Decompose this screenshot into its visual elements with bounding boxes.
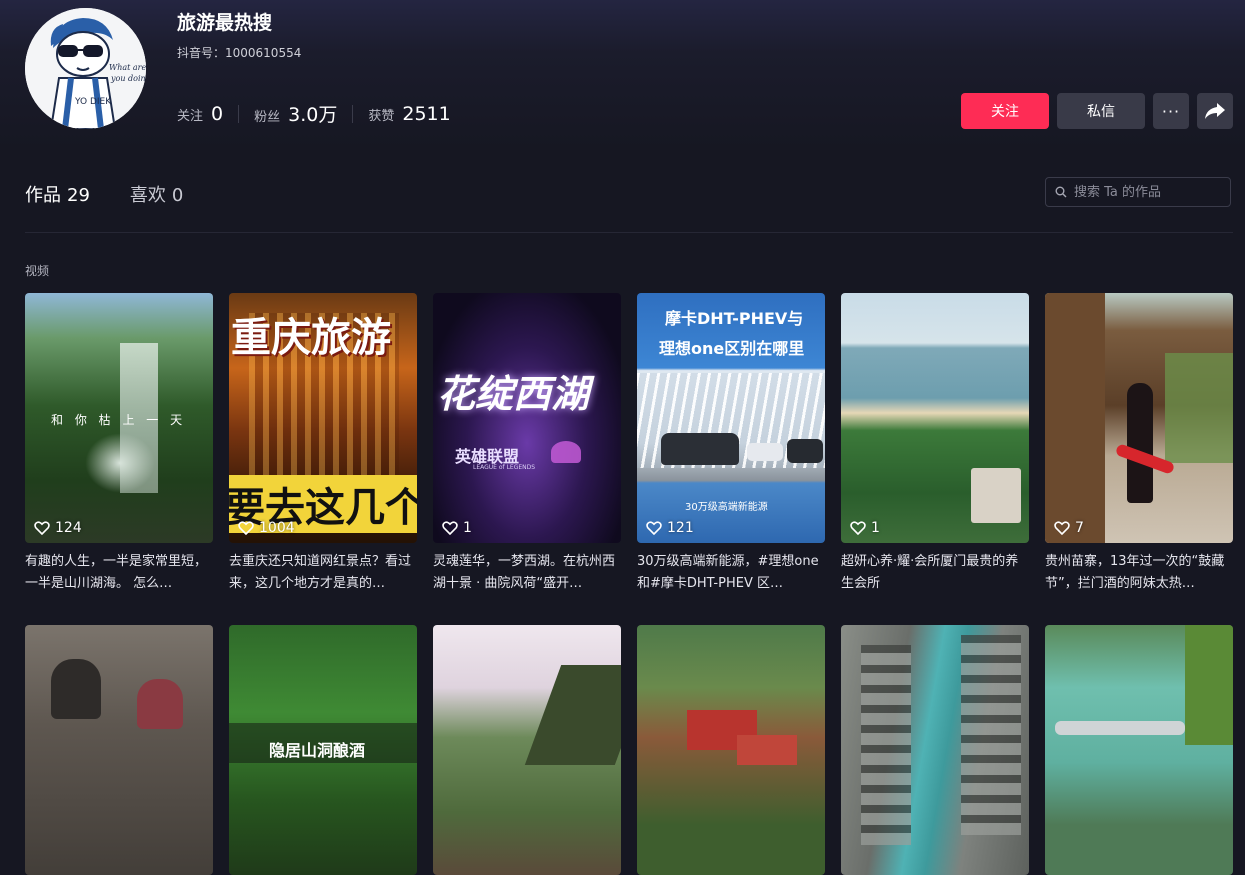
heart-icon [34,521,50,535]
svg-text:What are: What are [109,63,146,72]
video-thumbnail[interactable] [637,625,825,875]
video-title[interactable]: 有趣的人生，一半是家常里短，一半是山川湖海。 怎么… [25,551,213,595]
stat-value: 0 [211,102,224,125]
like-count-value: 1 [463,520,472,536]
video-thumbnail[interactable]: 重庆旅游 要去这几个 1004 [229,293,417,543]
profile-name: 旅游最热搜 [177,12,273,34]
video-thumbnail[interactable] [841,625,1029,875]
stat-value: 2511 [402,102,451,125]
search-input[interactable] [1072,183,1226,201]
tab-count: 0 [171,185,184,206]
profile-stats: 关注 0 粉丝 3.0万 获赞 2511 [177,100,451,127]
like-count: 121 [646,520,694,536]
tab-label: 作品 [25,185,61,206]
stat-divider [352,104,354,123]
tab-label: 喜欢 [129,185,166,206]
video-card[interactable]: 1 超妍心养·耀·会所厦门最贵的养生会所 [841,293,1029,595]
stat-label: 粉丝 [254,110,281,125]
heart-icon [646,521,662,535]
video-overlay-text: 重庆旅游 [231,315,391,361]
stat-likes: 获赞 2511 [368,103,450,125]
like-count: 1 [442,520,472,536]
tab-count: 29 [67,185,90,206]
video-card[interactable]: 和 你 枯 上 一 天 124 有趣的人生，一半是家常里短，一半是山川湖海。 怎… [25,293,213,595]
tab-likes[interactable]: 喜欢 0 [130,181,183,207]
like-count-value: 1004 [259,520,295,536]
video-title[interactable]: 贵州苗寨，13年过一次的“鼓藏节”，拦门酒的阿妹太热… [1045,551,1233,595]
like-count: 7 [1054,520,1084,536]
video-thumbnail[interactable]: 摩卡DHT-PHEV与 理想one区别在哪里 30万级高端新能源 121 [637,293,825,543]
avatar[interactable]: YO DIEK What are you doing? [25,8,146,129]
share-icon [1205,103,1225,119]
video-card[interactable] [1045,625,1233,875]
stat-label: 关注 [177,108,204,124]
follow-button[interactable]: 关注 [961,93,1049,129]
stat-followers[interactable]: 粉丝 3.0万 [254,100,337,127]
video-thumbnail[interactable]: 7 [1045,293,1233,543]
stat-value: 3.0万 [288,104,338,126]
video-overlay-text: 30万级高端新能源 [685,502,768,513]
svg-text:YO DIEK: YO DIEK [74,97,112,107]
like-count-value: 7 [1075,520,1084,536]
account-id: 抖音号：1000610554 [177,46,302,60]
video-overlay-text: 花绽西湖 [437,372,590,416]
like-count-value: 124 [55,520,82,536]
more-icon: ··· [1161,101,1181,121]
divider [25,232,1233,233]
video-thumbnail[interactable] [1045,625,1233,875]
section-label: 视频 [25,264,50,278]
video-thumbnail[interactable] [25,625,213,875]
video-overlay-text: 隐居山洞酿酒 [269,741,366,760]
video-overlay-text: 摩卡DHT-PHEV与 [665,309,804,328]
video-thumbnail[interactable]: 花绽西湖 英雄联盟 LEAGUE of LEGENDS 1 [433,293,621,543]
content-tabs: 作品 29 喜欢 0 [25,181,223,207]
video-card[interactable] [637,625,825,875]
video-card[interactable] [25,625,213,875]
video-thumbnail[interactable]: 隐居山洞酿酒 [229,625,417,875]
video-title[interactable]: 去重庆还只知道网红景点？看过来，这几个地方才是真的… [229,551,417,595]
video-title[interactable]: 灵魂莲华，一梦西湖。在杭州西湖十景 · 曲院风荷“盛开… [433,551,621,595]
video-card[interactable] [841,625,1029,875]
video-thumbnail[interactable]: 和 你 枯 上 一 天 124 [25,293,213,543]
video-card[interactable]: 隐居山洞酿酒 [229,625,417,875]
heart-icon [442,521,458,535]
video-title[interactable]: 30万级高端新能源，#理想one 和#摩卡DHT-PHEV 区… [637,551,825,595]
heart-icon [238,521,254,535]
works-search [1045,177,1231,207]
video-card[interactable]: 花绽西湖 英雄联盟 LEAGUE of LEGENDS 1 灵魂莲华，一梦西湖。… [433,293,621,595]
search-icon [1055,186,1067,198]
like-count: 1004 [238,520,295,536]
more-button[interactable]: ··· [1153,93,1189,129]
like-count-value: 1 [871,520,880,536]
video-thumbnail[interactable]: 1 [841,293,1029,543]
video-card[interactable]: 摩卡DHT-PHEV与 理想one区别在哪里 30万级高端新能源 121 30万… [637,293,825,595]
like-count: 1 [850,520,880,536]
heart-icon [1054,521,1070,535]
stat-divider [238,104,240,123]
svg-text:you doing?: you doing? [110,74,146,83]
tab-works[interactable]: 作品 29 [25,181,90,207]
video-card[interactable]: 重庆旅游 要去这几个 1004 去重庆还只知道网红景点？看过来，这几个地方才是真… [229,293,417,595]
message-button[interactable]: 私信 [1057,93,1145,129]
video-overlay-text: LEAGUE of LEGENDS [473,464,536,471]
share-button[interactable] [1197,93,1233,129]
stat-label: 获赞 [368,108,395,124]
video-overlay-text: 和 你 枯 上 一 天 [51,413,187,427]
video-overlay-text: 理想one区别在哪里 [659,339,805,358]
video-thumbnail[interactable] [433,625,621,875]
like-count-value: 121 [667,520,694,536]
stat-following[interactable]: 关注 0 [177,103,223,125]
like-count: 124 [34,520,82,536]
video-title[interactable]: 超妍心养·耀·会所厦门最贵的养生会所 [841,551,1029,595]
video-card[interactable] [433,625,621,875]
video-card[interactable]: 7 贵州苗寨，13年过一次的“鼓藏节”，拦门酒的阿妹太热… [1045,293,1233,595]
video-grid: 和 你 枯 上 一 天 124 有趣的人生，一半是家常里短，一半是山川湖海。 怎… [25,293,1233,875]
heart-icon [850,521,866,535]
